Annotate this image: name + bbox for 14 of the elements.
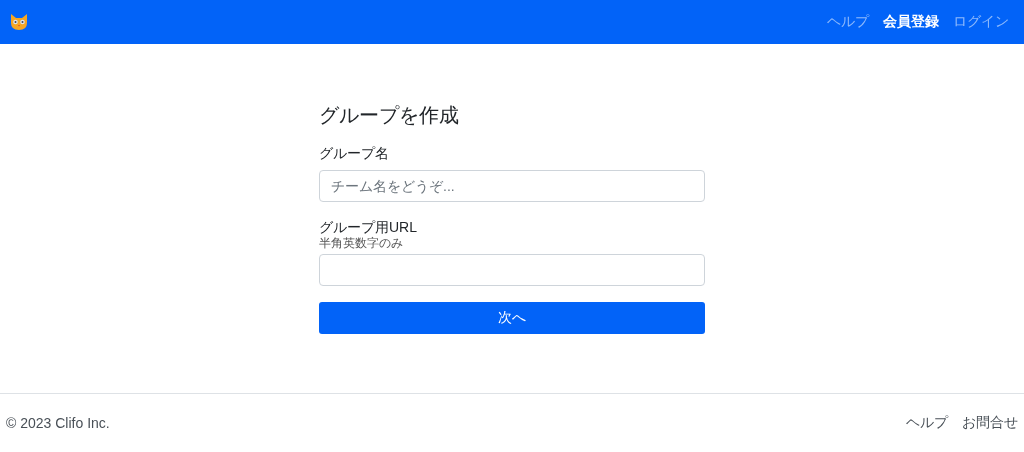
input-field[interactable] [319, 254, 705, 286]
field-label: グループ用URL [319, 218, 418, 236]
next-button[interactable]: 次へ [319, 302, 705, 334]
field-hint: 半角英数字のみ [319, 236, 404, 251]
nav-link[interactable]: ログイン [953, 13, 1009, 31]
nav-link[interactable]: ヘルプ [827, 13, 869, 31]
nav-link[interactable]: 会員登録 [883, 13, 939, 31]
cat-icon[interactable] [9, 13, 29, 31]
input-field[interactable]: チーム名をどうぞ... [319, 170, 705, 202]
footer-link[interactable]: お問合せ [962, 414, 1018, 432]
field-label: グループ名 [319, 144, 390, 162]
copyright-text: © 2023 Clifo Inc. [6, 415, 110, 431]
page-title: グループを作成 [319, 103, 460, 128]
footer-link[interactable]: ヘルプ [906, 414, 948, 432]
